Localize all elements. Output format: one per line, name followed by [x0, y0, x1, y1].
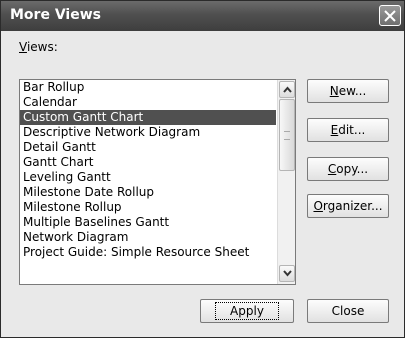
- view-list-item[interactable]: Descriptive Network Diagram: [20, 125, 276, 140]
- view-list-item[interactable]: Bar Rollup: [20, 80, 276, 95]
- view-list-item[interactable]: Network Diagram: [20, 230, 276, 245]
- view-list-item[interactable]: Gantt Chart: [20, 155, 276, 170]
- copy-button[interactable]: Copy...: [307, 157, 389, 181]
- view-list-item[interactable]: Milestone Date Rollup: [20, 185, 276, 200]
- more-views-dialog: More Views Views: Bar Rollup Calendar Cust…: [0, 0, 405, 338]
- views-listbox[interactable]: Bar Rollup Calendar Custom Gantt Chart Desc…: [19, 79, 296, 285]
- view-list-item[interactable]: Multiple Baselines Gantt: [20, 215, 276, 230]
- edit-button[interactable]: Edit...: [307, 118, 389, 142]
- scroll-up-icon: [283, 86, 292, 93]
- close-button[interactable]: Close: [307, 299, 389, 323]
- close-window-button[interactable]: [379, 5, 401, 26]
- scroll-up-button[interactable]: [279, 81, 295, 98]
- view-list-item[interactable]: Detail Gantt: [20, 140, 276, 155]
- scroll-down-button[interactable]: [279, 265, 295, 282]
- view-list-item[interactable]: Calendar: [20, 95, 276, 110]
- vertical-scrollbar[interactable]: [277, 80, 295, 284]
- scroll-grip: [284, 131, 290, 140]
- apply-button[interactable]: Apply: [200, 299, 294, 323]
- new-button[interactable]: New...: [307, 79, 389, 103]
- views-label: Views:: [19, 40, 58, 54]
- view-list-item[interactable]: Custom Gantt Chart: [20, 110, 276, 125]
- close-icon: [384, 10, 396, 22]
- scroll-thumb[interactable]: [279, 99, 295, 171]
- views-list: Bar Rollup Calendar Custom Gantt Chart Desc…: [20, 80, 276, 260]
- organizer-button[interactable]: Organizer...: [307, 194, 389, 218]
- dialog-title: More Views: [10, 7, 101, 23]
- view-list-item[interactable]: Milestone Rollup: [20, 200, 276, 215]
- scroll-down-icon: [283, 270, 292, 277]
- title-bar: More Views: [1, 1, 404, 31]
- view-list-item[interactable]: Project Guide: Simple Resource Sheet: [20, 245, 276, 260]
- view-list-item[interactable]: Leveling Gantt: [20, 170, 276, 185]
- apply-label: Apply: [215, 302, 279, 320]
